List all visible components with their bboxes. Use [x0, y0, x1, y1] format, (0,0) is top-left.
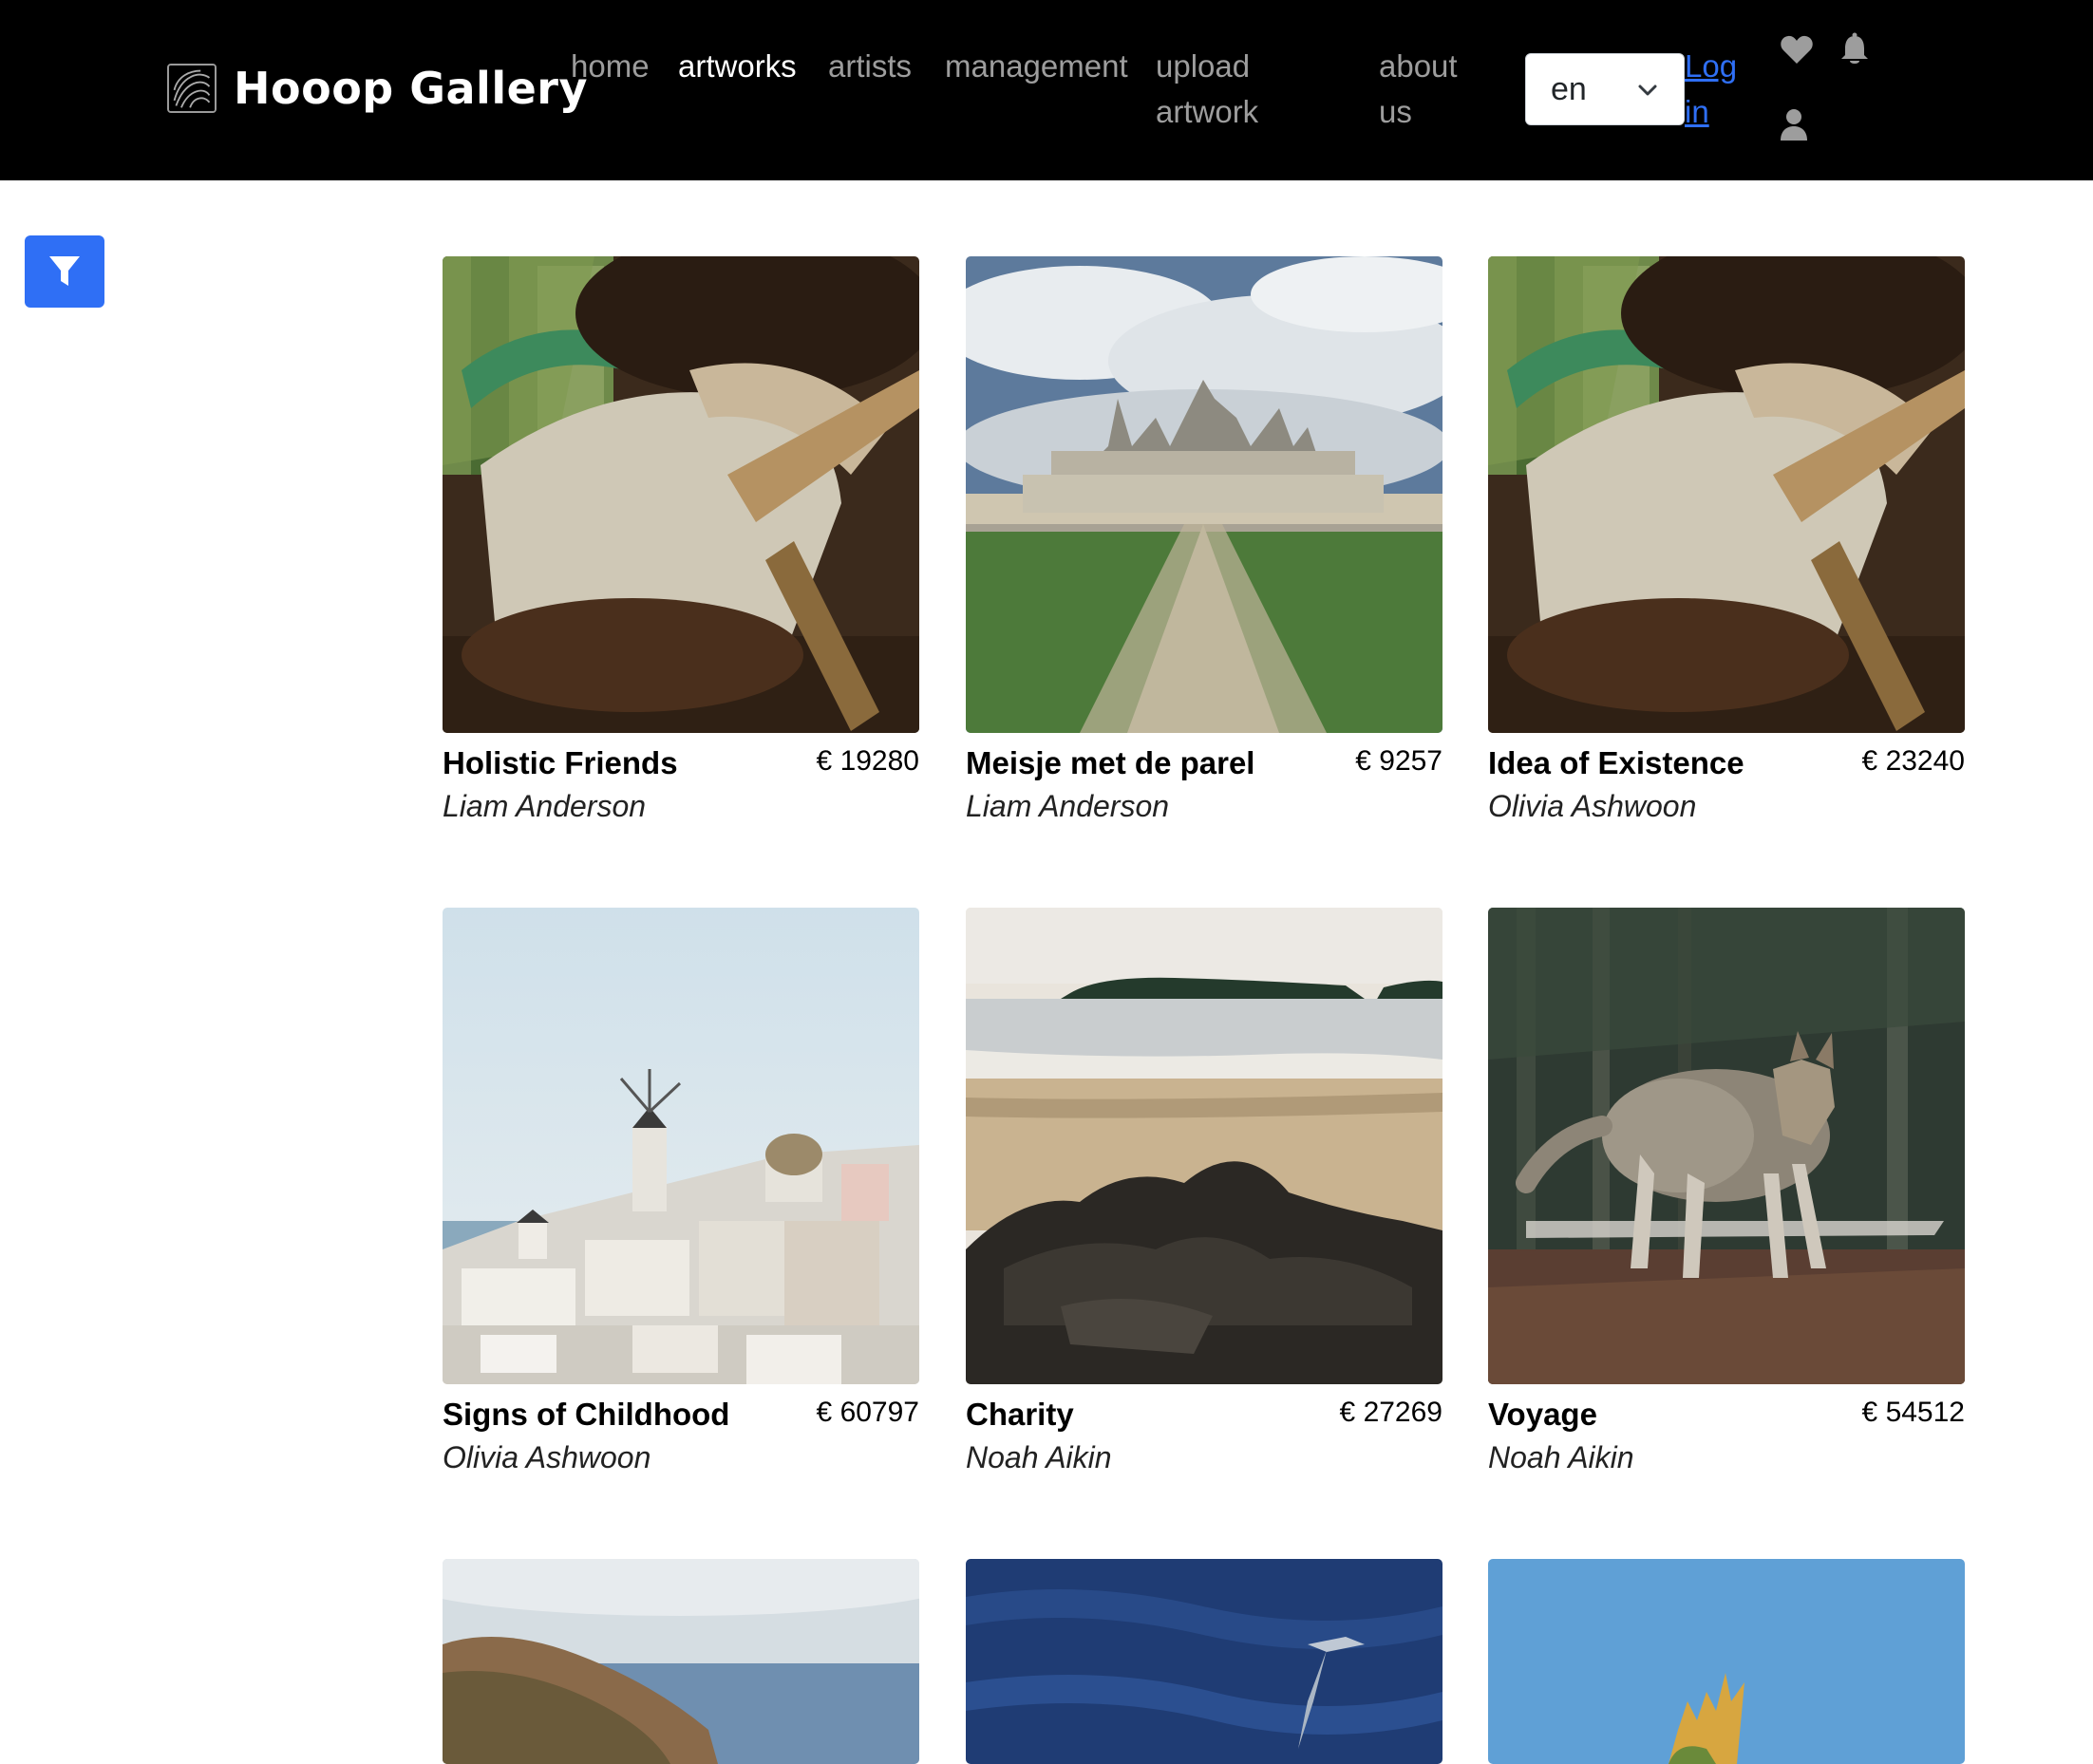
artwork-title[interactable]: Holistic Friends	[443, 745, 678, 781]
artwork-title[interactable]: Meisje met de parel	[966, 745, 1254, 781]
filter-button[interactable]	[25, 235, 104, 308]
brand-name: Hooop Gallery	[234, 63, 588, 114]
artwork-title[interactable]: Voyage	[1488, 1397, 1597, 1433]
artwork-card[interactable]: Voyage € 54512 Noah Aikin	[1488, 908, 1965, 1474]
heart-icon[interactable]	[1780, 34, 1814, 65]
artwork-price: € 9257	[1355, 745, 1442, 777]
artwork-title[interactable]: Idea of Existence	[1488, 745, 1744, 781]
artwork-price: € 19280	[816, 745, 919, 777]
filter-icon	[49, 256, 80, 286]
user-icon[interactable]	[1780, 108, 1808, 141]
artwork-card[interactable]: Signs of Childhood € 60797 Olivia Ashwoo…	[443, 908, 919, 1474]
language-select[interactable]: en	[1525, 53, 1685, 125]
artwork-title[interactable]: Signs of Childhood	[443, 1397, 729, 1433]
nav-artworks[interactable]: artworks	[678, 44, 797, 89]
artwork-artist[interactable]: Olivia Ashwoon	[443, 1440, 651, 1475]
artwork-image[interactable]	[443, 908, 919, 1384]
artwork-card[interactable]	[1488, 1559, 1965, 1764]
language-select-value: en	[1551, 70, 1587, 107]
brand[interactable]: Hooop Gallery	[167, 63, 588, 114]
artwork-image[interactable]	[1488, 908, 1965, 1384]
artwork-card[interactable]: Idea of Existence € 23240 Olivia Ashwoon	[1488, 256, 1965, 823]
artwork-image[interactable]	[443, 1559, 919, 1764]
nav-upload-artwork[interactable]: upload artwork	[1156, 44, 1317, 135]
artwork-image[interactable]	[1488, 1559, 1965, 1764]
nav-artists[interactable]: artists	[828, 44, 912, 89]
artwork-artist[interactable]: Liam Anderson	[966, 789, 1169, 824]
artwork-price: € 60797	[816, 1397, 919, 1428]
artwork-card[interactable]	[443, 1559, 919, 1764]
artwork-artist[interactable]: Olivia Ashwoon	[1488, 789, 1696, 824]
chevron-down-icon	[1638, 84, 1657, 96]
artwork-card[interactable]: Charity € 27269 Noah Aikin	[966, 908, 1442, 1474]
nav-home[interactable]: home	[571, 44, 650, 89]
artwork-price: € 23240	[1861, 745, 1965, 777]
artwork-price: € 27269	[1339, 1397, 1442, 1428]
artwork-image[interactable]	[443, 256, 919, 733]
artwork-image[interactable]	[966, 1559, 1442, 1764]
brand-logo-icon	[167, 64, 217, 113]
artwork-image[interactable]	[1488, 256, 1965, 733]
top-navbar: Hooop Gallery home artworks artists mana…	[0, 0, 2093, 180]
bell-icon[interactable]	[1840, 32, 1869, 66]
artwork-title[interactable]: Charity	[966, 1397, 1074, 1433]
artwork-image[interactable]	[966, 908, 1442, 1384]
artwork-artist[interactable]: Noah Aikin	[1488, 1440, 1634, 1475]
artwork-price: € 54512	[1861, 1397, 1965, 1428]
nav-about-us[interactable]: about us	[1379, 44, 1483, 135]
artwork-image[interactable]	[966, 256, 1442, 733]
artwork-card[interactable]: Meisje met de parel € 9257 Liam Anderson	[966, 256, 1442, 823]
nav-management[interactable]: management	[945, 44, 1128, 89]
artwork-artist[interactable]: Liam Anderson	[443, 789, 646, 824]
artwork-artist[interactable]: Noah Aikin	[966, 1440, 1112, 1475]
artwork-card[interactable]	[966, 1559, 1442, 1764]
login-link[interactable]: Log in	[1685, 44, 1751, 135]
artwork-card[interactable]: Holistic Friends € 19280 Liam Anderson	[443, 256, 919, 823]
